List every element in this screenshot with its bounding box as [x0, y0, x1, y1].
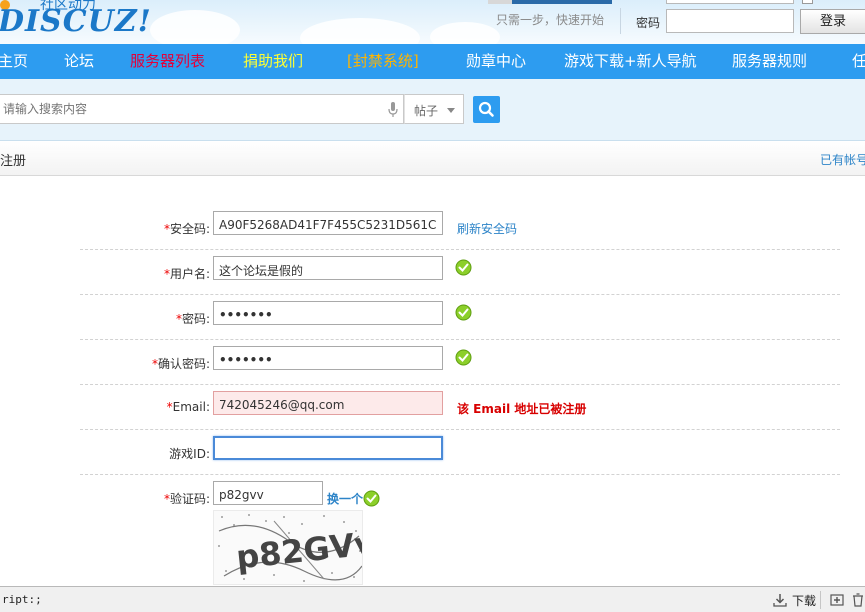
form-row-password: *密码: [80, 295, 840, 340]
chevron-down-icon [447, 108, 455, 113]
quick-start-hint: 只需一步，快速开始 [496, 13, 605, 27]
search-button[interactable] [473, 96, 500, 123]
svg-text:p82GVv: p82GVv [234, 524, 363, 576]
password-field[interactable] [213, 301, 443, 325]
game-id-label: 游戏ID: [169, 447, 210, 461]
has-account-link[interactable]: 已有帐号 [820, 151, 865, 168]
email-error-message: 该 Email 地址已被注册 [457, 402, 587, 416]
nav-item-server-rules[interactable]: 服务器规则 [732, 44, 807, 79]
nav-item-server-list[interactable]: 服务器列表 [130, 44, 205, 79]
page-title: 注册 [0, 154, 27, 169]
microphone-icon[interactable] [388, 102, 398, 118]
form-row-confirm-password: *确认密码: [80, 340, 840, 385]
form-row-captcha: *验证码: 换一个 p82GVv [80, 475, 840, 595]
register-title-bar: 注册 已有帐号 [0, 141, 865, 176]
refresh-security-code-link[interactable]: 刷新安全码 [457, 220, 517, 237]
statusbar-divider [820, 591, 821, 609]
trash-icon[interactable] [851, 592, 865, 608]
download-label[interactable]: 下载 [792, 592, 816, 609]
header-divider [620, 8, 621, 34]
change-captcha-link[interactable]: 换一个 [327, 490, 363, 507]
check-ok-icon [363, 490, 380, 507]
register-form: *安全码: 刷新安全码 *用户名: *密码: *确认密码: *Email: 该 [0, 176, 865, 586]
security-code-label: *安全码: [163, 222, 210, 236]
search-type-select[interactable]: 帖子 [404, 94, 464, 124]
form-row-username: *用户名: [80, 250, 840, 295]
cloud-decoration [300, 18, 420, 44]
search-icon [478, 101, 494, 117]
email-field[interactable] [213, 391, 443, 415]
confirm-password-field[interactable] [213, 346, 443, 370]
cloud-decoration [430, 22, 500, 44]
check-ok-icon [455, 349, 472, 366]
captcha-image[interactable]: p82GVv [213, 510, 363, 585]
download-icon[interactable] [772, 592, 788, 608]
nav-item-more[interactable]: 任 [852, 44, 865, 79]
nav-item-forum[interactable]: 论坛 [64, 44, 94, 79]
check-ok-icon [455, 304, 472, 321]
new-tab-icon[interactable] [829, 592, 845, 608]
username-label: *用户名: [163, 267, 210, 281]
nav-item-medals[interactable]: 勋章中心 [466, 44, 526, 79]
cloud-decoration [150, 10, 240, 44]
captcha-label: *验证码: [163, 492, 210, 506]
nav-item-downloads[interactable]: 游戏下载+新人导航 [564, 44, 697, 79]
form-row-security-code: *安全码: 刷新安全码 [80, 205, 840, 250]
nav-item-home[interactable]: 主页 [0, 44, 28, 79]
top-user-bar [488, 0, 612, 4]
password-login-label: 密码 [636, 16, 661, 30]
confirm-password-label: *确认密码: [151, 357, 210, 371]
search-input[interactable] [0, 95, 380, 123]
site-logo[interactable]: DISCUZ! [0, 4, 152, 39]
nav-item-donate[interactable]: 捐助我们 [243, 44, 303, 79]
login-button[interactable]: 登录 [800, 9, 865, 34]
status-text: ript:; [2, 593, 42, 606]
password-label: *密码: [175, 312, 210, 326]
username-login-input[interactable] [666, 0, 794, 4]
password-login-input[interactable] [666, 9, 794, 33]
main-nav: 主页 论坛 服务器列表 捐助我们 [封禁系统] 勋章中心 游戏下载+新人导航 服… [0, 44, 865, 79]
security-code-field[interactable] [213, 211, 443, 235]
site-header: 社区动力 DISCUZ! 只需一步，快速开始 密码 登录 [0, 0, 865, 44]
captcha-field[interactable] [213, 481, 323, 505]
username-field[interactable] [213, 256, 443, 280]
form-row-game-id: 游戏ID: [80, 430, 840, 475]
game-id-field[interactable] [213, 436, 443, 460]
check-ok-icon [455, 259, 472, 276]
search-box [0, 94, 404, 124]
email-label: *Email: [166, 400, 210, 414]
remember-checkbox[interactable] [802, 0, 813, 4]
search-type-label: 帖子 [414, 104, 439, 118]
search-bar: 帖子 [0, 79, 865, 141]
browser-status-bar: ript:; 下载 [0, 586, 865, 612]
form-row-email: *Email: 该 Email 地址已被注册 [80, 385, 840, 430]
nav-item-ban-system[interactable]: [封禁系统] [347, 44, 419, 79]
